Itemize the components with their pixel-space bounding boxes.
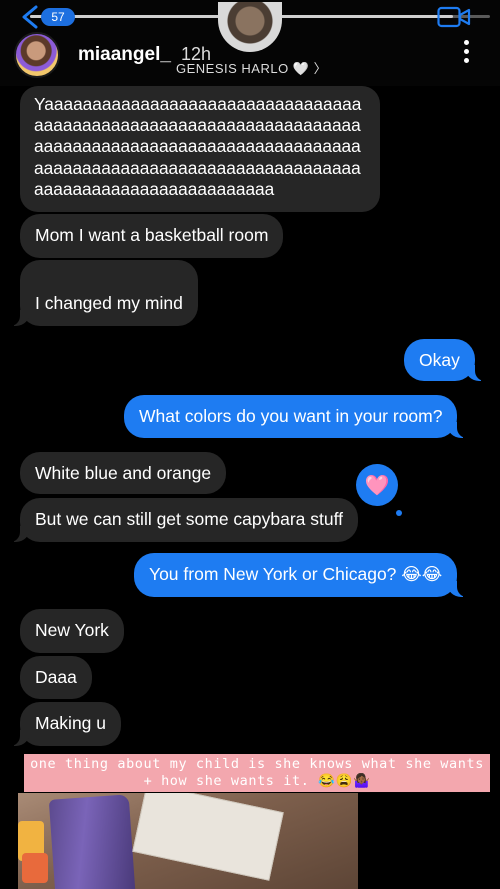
message-text: New York (35, 620, 109, 640)
message-bubble: But we can still get some capybara stuff (7, 498, 359, 542)
photo-object (22, 853, 48, 883)
message-bubble: White blue and orange (20, 452, 227, 494)
message-bubble: Okay (404, 339, 487, 381)
message-text: Daaa (35, 667, 77, 687)
photo-object (132, 793, 284, 881)
story-title[interactable]: GENESIS HARLO 🤍 〉 (176, 58, 327, 77)
message-bubble: Mom I want a basketball room (20, 214, 284, 258)
message-bubble: I changed my mind (8, 260, 198, 326)
message-text: I changed my mind (35, 293, 183, 313)
story-header: 57 miaangel_ 12h GENESIS HARLO 🤍 〉 (0, 0, 500, 86)
heart-reaction-icon[interactable]: 🩷 (356, 464, 398, 506)
message-text: You from New York or Chicago? 😂😂 (149, 564, 443, 584)
message-text: What colors do you want in your room? (139, 406, 443, 426)
message-bubble: Making u (7, 702, 122, 746)
message-bubble: Daaa (20, 656, 92, 699)
story-photo (18, 793, 358, 889)
more-options-icon[interactable] (462, 40, 470, 66)
message-text: Mom I want a basketball room (35, 225, 269, 245)
message-bubble: What colors do you want in your room? (124, 395, 470, 438)
story-caption: one thing about my child is she knows wh… (24, 754, 490, 792)
message-text: Yaaaaaaaaaaaaaaaaaaaaaaaaaaaaaaaaaaaaaaa… (34, 94, 362, 199)
message-text: But we can still get some capybara stuff (35, 509, 344, 529)
notification-badge[interactable]: 57 (41, 8, 75, 26)
username[interactable]: miaangel_ (78, 44, 171, 66)
contact-avatar[interactable] (218, 2, 282, 52)
user-avatar[interactable] (14, 32, 60, 78)
message-bubble: New York (20, 609, 124, 653)
message-text: White blue and orange (35, 463, 212, 483)
message-text: Okay (419, 350, 460, 370)
video-call-icon[interactable] (437, 6, 471, 28)
photo-object (48, 794, 136, 889)
message-bubble: Yaaaaaaaaaaaaaaaaaaaaaaaaaaaaaaaaaaaaaaa… (20, 86, 380, 212)
message-bubble: You from New York or Chicago? 😂😂 (134, 553, 470, 597)
reaction-dot (396, 510, 402, 516)
message-text: Making u (35, 713, 107, 733)
